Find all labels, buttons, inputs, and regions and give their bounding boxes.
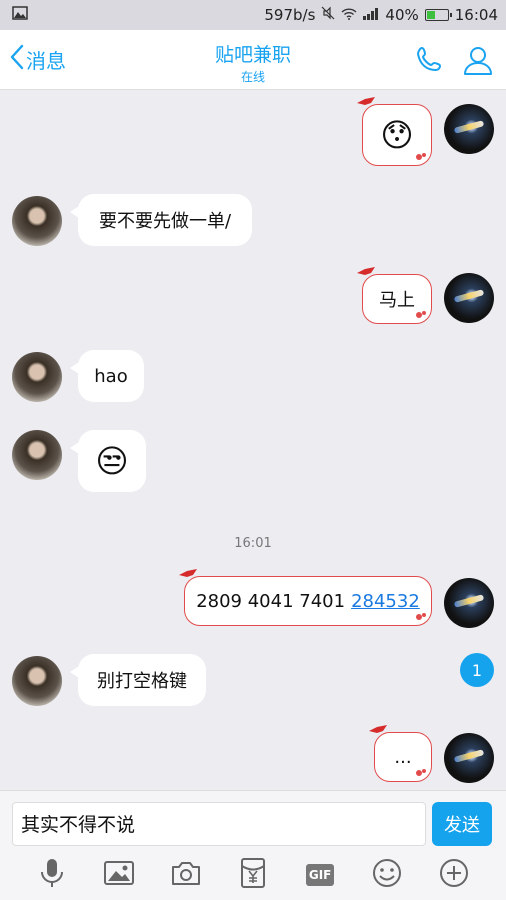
gif-button[interactable]: GIF — [304, 859, 336, 891]
battery-fill — [426, 11, 435, 19]
my-avatar[interactable] — [444, 733, 494, 783]
message-text: 马上 — [379, 290, 415, 311]
profile-button[interactable] — [462, 44, 494, 80]
back-button[interactable]: 消息 — [10, 44, 66, 75]
mute-icon — [321, 6, 335, 24]
message-bubble-sent[interactable]: ... — [369, 725, 432, 782]
message-text: 2809 4041 7401 — [196, 590, 346, 612]
message-bubble-received[interactable]: 😒 — [70, 430, 146, 492]
back-label: 消息 — [26, 49, 66, 73]
clock: 16:04 — [454, 6, 498, 24]
message-bubble-received[interactable]: 别打空格键 — [70, 654, 206, 706]
message-bubble-received[interactable]: hao — [70, 350, 144, 402]
red-packet-button[interactable] — [237, 858, 269, 892]
message-text: 别打空格键 — [97, 671, 187, 692]
leaf-decoration-icon — [416, 613, 426, 620]
battery-icon — [424, 9, 452, 21]
message-link[interactable]: 284532 — [351, 591, 420, 612]
send-button[interactable]: 发送 — [432, 802, 492, 846]
contact-avatar[interactable] — [12, 196, 62, 246]
leaf-decoration-icon — [416, 769, 426, 776]
emoji: 😯 — [380, 116, 414, 154]
camera-icon — [171, 860, 201, 890]
battery-percent: 40% — [385, 6, 419, 24]
bird-decoration-icon — [357, 97, 375, 105]
message-text: ... — [394, 746, 412, 768]
message-bubble-sent[interactable]: 马上 — [357, 267, 432, 324]
call-button[interactable] — [414, 44, 446, 80]
person-icon — [462, 47, 494, 80]
input-toolbar: GIF — [0, 850, 506, 900]
my-avatar[interactable] — [444, 578, 494, 628]
leaf-decoration-icon — [416, 311, 426, 318]
bird-decoration-icon — [369, 725, 387, 733]
message-timestamp: 16:01 — [234, 536, 272, 551]
bird-decoration-icon — [357, 267, 375, 275]
contact-avatar[interactable] — [12, 656, 62, 706]
status-bar: 597b/s 40% 16:04 — [0, 0, 506, 30]
contact-avatar[interactable] — [12, 430, 62, 480]
plus-circle-icon — [439, 858, 469, 892]
signal-icon — [363, 6, 379, 24]
message-bubble-received[interactable]: 要不要先做一单/ — [70, 194, 252, 246]
chevron-left-icon — [10, 44, 26, 75]
gif-icon: GIF — [305, 864, 335, 886]
smiley-icon — [372, 858, 402, 892]
my-avatar[interactable] — [444, 273, 494, 323]
input-bar: 其实不得不说 发送 — [0, 790, 506, 850]
image-notification-icon — [12, 6, 28, 24]
unread-count-badge[interactable]: 1 — [460, 653, 494, 687]
my-avatar[interactable] — [444, 104, 494, 154]
wifi-icon — [341, 6, 357, 24]
message-bubble-sent[interactable]: 2809 4041 7401 284532 — [179, 569, 432, 626]
more-button[interactable] — [438, 859, 470, 891]
bird-decoration-icon — [179, 569, 197, 577]
message-text: hao — [94, 365, 128, 387]
message-bubble-sent[interactable]: 😯 — [357, 97, 432, 166]
photo-button[interactable] — [103, 859, 135, 891]
message-input[interactable]: 其实不得不说 — [12, 802, 426, 846]
leaf-decoration-icon — [416, 153, 426, 160]
voice-button[interactable] — [36, 859, 68, 891]
emoji-button[interactable] — [371, 859, 403, 891]
camera-button[interactable] — [170, 859, 202, 891]
message-text: 要不要先做一单/ — [98, 211, 232, 232]
network-speed: 597b/s — [264, 6, 316, 24]
phone-icon — [414, 47, 446, 80]
emoji: 😒 — [95, 442, 129, 480]
message-list[interactable]: 😯 要不要先做一单/ 马上 hao 😒 16:01 2809 4041 7401… — [0, 90, 506, 790]
red-packet-icon — [240, 858, 266, 892]
chat-header: 消息 贴吧兼职 在线 — [0, 30, 506, 90]
image-icon — [103, 860, 134, 890]
contact-avatar[interactable] — [12, 352, 62, 402]
microphone-icon — [39, 858, 65, 892]
